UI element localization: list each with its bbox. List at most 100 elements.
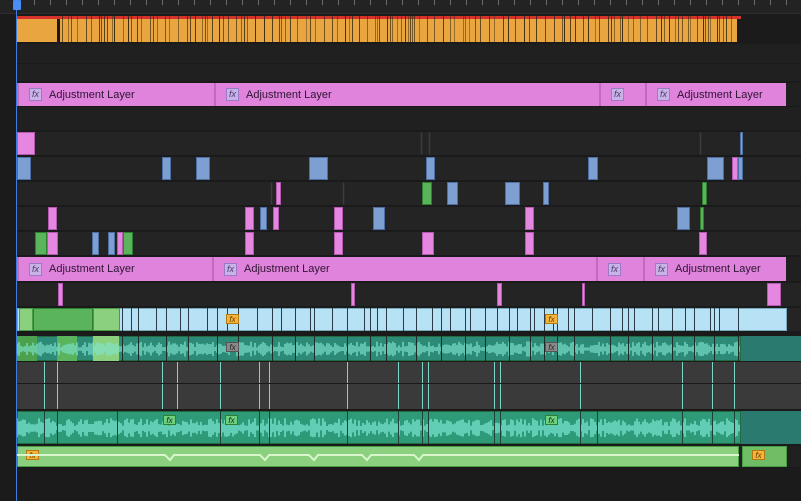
video-clip[interactable] bbox=[334, 207, 343, 230]
edit-point[interactable] bbox=[592, 308, 593, 331]
edit-point[interactable] bbox=[281, 308, 282, 331]
video-clip[interactable] bbox=[276, 182, 281, 205]
video-clip[interactable] bbox=[33, 308, 93, 331]
video-clip[interactable] bbox=[525, 232, 534, 255]
edit-point[interactable] bbox=[220, 411, 221, 444]
edit-point[interactable] bbox=[441, 308, 442, 331]
audio-track-a3[interactable] bbox=[17, 384, 801, 410]
edit-point[interactable] bbox=[177, 362, 178, 383]
video-clip[interactable] bbox=[505, 182, 520, 205]
edit-point[interactable] bbox=[428, 411, 429, 444]
video-track-v4[interactable] bbox=[17, 182, 801, 206]
edit-point[interactable] bbox=[364, 308, 365, 331]
video-clip[interactable] bbox=[123, 232, 133, 255]
edit-point[interactable] bbox=[403, 308, 404, 331]
edit-point[interactable] bbox=[509, 308, 510, 331]
edit-point[interactable] bbox=[207, 308, 208, 331]
edit-point[interactable] bbox=[347, 362, 348, 383]
edit-point[interactable] bbox=[220, 362, 221, 383]
video-clip[interactable] bbox=[422, 232, 434, 255]
edit-point[interactable] bbox=[517, 308, 518, 331]
edit-point[interactable] bbox=[314, 336, 315, 361]
playhead-handle-icon[interactable] bbox=[13, 0, 21, 10]
edit-point[interactable] bbox=[534, 308, 535, 331]
video-track-v1-markers[interactable] bbox=[17, 283, 801, 307]
adjustment-layer-clip[interactable]: fx bbox=[599, 83, 645, 106]
video-clip[interactable] bbox=[422, 182, 432, 205]
edit-point[interactable] bbox=[269, 362, 270, 383]
edit-point[interactable] bbox=[347, 411, 348, 444]
edit-point[interactable] bbox=[332, 308, 333, 331]
edit-point[interactable] bbox=[428, 384, 429, 409]
edit-point[interactable] bbox=[694, 308, 695, 331]
edit-point[interactable] bbox=[386, 336, 387, 361]
edit-point[interactable] bbox=[57, 384, 58, 409]
edit-point[interactable] bbox=[719, 308, 720, 331]
edit-point[interactable] bbox=[44, 384, 45, 409]
video-clip[interactable] bbox=[588, 157, 598, 180]
adjustment-track-top[interactable]: fx Adjustment Layer fx Adjustment Layer fx… bbox=[17, 83, 801, 107]
video-clip[interactable] bbox=[497, 283, 502, 306]
edit-point[interactable] bbox=[347, 308, 348, 331]
edit-point[interactable] bbox=[370, 308, 371, 331]
edit-point[interactable] bbox=[162, 362, 163, 383]
video-track-nested[interactable]: fx fx bbox=[17, 308, 801, 332]
edit-point[interactable] bbox=[166, 336, 167, 361]
edit-point[interactable] bbox=[57, 362, 58, 383]
edit-point[interactable] bbox=[500, 384, 501, 409]
edit-point[interactable] bbox=[422, 384, 423, 409]
audio-track-music[interactable]: fx fx bbox=[17, 446, 801, 468]
edit-point[interactable] bbox=[470, 308, 471, 331]
video-track-empty[interactable] bbox=[17, 64, 801, 82]
video-track-empty[interactable] bbox=[17, 107, 801, 131]
video-clip[interactable] bbox=[19, 308, 33, 331]
video-clip[interactable] bbox=[699, 132, 702, 155]
edit-point[interactable] bbox=[652, 336, 653, 361]
edit-point[interactable] bbox=[57, 411, 58, 444]
video-clip[interactable] bbox=[738, 157, 743, 180]
video-clip[interactable] bbox=[273, 207, 279, 230]
adjustment-layer-clip[interactable]: fx Adjustment Layer bbox=[17, 257, 212, 281]
playhead[interactable] bbox=[16, 0, 17, 501]
edit-point[interactable] bbox=[610, 308, 611, 331]
edit-point[interactable] bbox=[259, 411, 260, 444]
video-clip[interactable] bbox=[582, 283, 585, 306]
video-track-v2[interactable] bbox=[17, 232, 801, 256]
video-clip[interactable] bbox=[426, 157, 435, 180]
video-clip[interactable] bbox=[260, 207, 267, 230]
timeline-panel[interactable]: fx Adjustment Layer fx Adjustment Layer fx… bbox=[0, 0, 801, 501]
video-clip[interactable] bbox=[342, 182, 345, 205]
edit-point[interactable] bbox=[628, 308, 629, 331]
edit-point[interactable] bbox=[500, 411, 501, 444]
edit-point[interactable] bbox=[714, 336, 715, 361]
edit-point[interactable] bbox=[530, 308, 531, 331]
edit-point[interactable] bbox=[485, 336, 486, 361]
video-clip[interactable] bbox=[699, 232, 707, 255]
edit-point[interactable] bbox=[672, 308, 673, 331]
edit-point[interactable] bbox=[682, 362, 683, 383]
edit-point[interactable] bbox=[428, 362, 429, 383]
edit-point[interactable] bbox=[166, 308, 167, 331]
edit-point[interactable] bbox=[568, 308, 569, 331]
edit-point[interactable] bbox=[217, 308, 218, 331]
edit-point[interactable] bbox=[44, 411, 45, 444]
edit-point[interactable] bbox=[734, 384, 735, 409]
edit-point[interactable] bbox=[497, 308, 498, 331]
edit-point[interactable] bbox=[509, 336, 510, 361]
edit-point[interactable] bbox=[658, 308, 659, 331]
adjustment-layer-clip[interactable]: fx Adjustment Layer bbox=[17, 83, 214, 106]
edit-point[interactable] bbox=[465, 336, 466, 361]
edit-point[interactable] bbox=[398, 384, 399, 409]
edit-point[interactable] bbox=[269, 411, 270, 444]
edit-point[interactable] bbox=[432, 308, 433, 331]
edit-point[interactable] bbox=[122, 308, 123, 331]
edit-point[interactable] bbox=[272, 308, 273, 331]
edit-point[interactable] bbox=[295, 336, 296, 361]
edit-point[interactable] bbox=[652, 308, 653, 331]
edit-point[interactable] bbox=[500, 362, 501, 383]
video-track-v3[interactable] bbox=[17, 207, 801, 231]
adjustment-layer-clip[interactable]: fx bbox=[596, 257, 643, 281]
video-clip[interactable] bbox=[700, 207, 704, 230]
adjustment-layer-clip[interactable]: fx Adjustment Layer bbox=[212, 257, 596, 281]
edit-point[interactable] bbox=[310, 308, 311, 331]
